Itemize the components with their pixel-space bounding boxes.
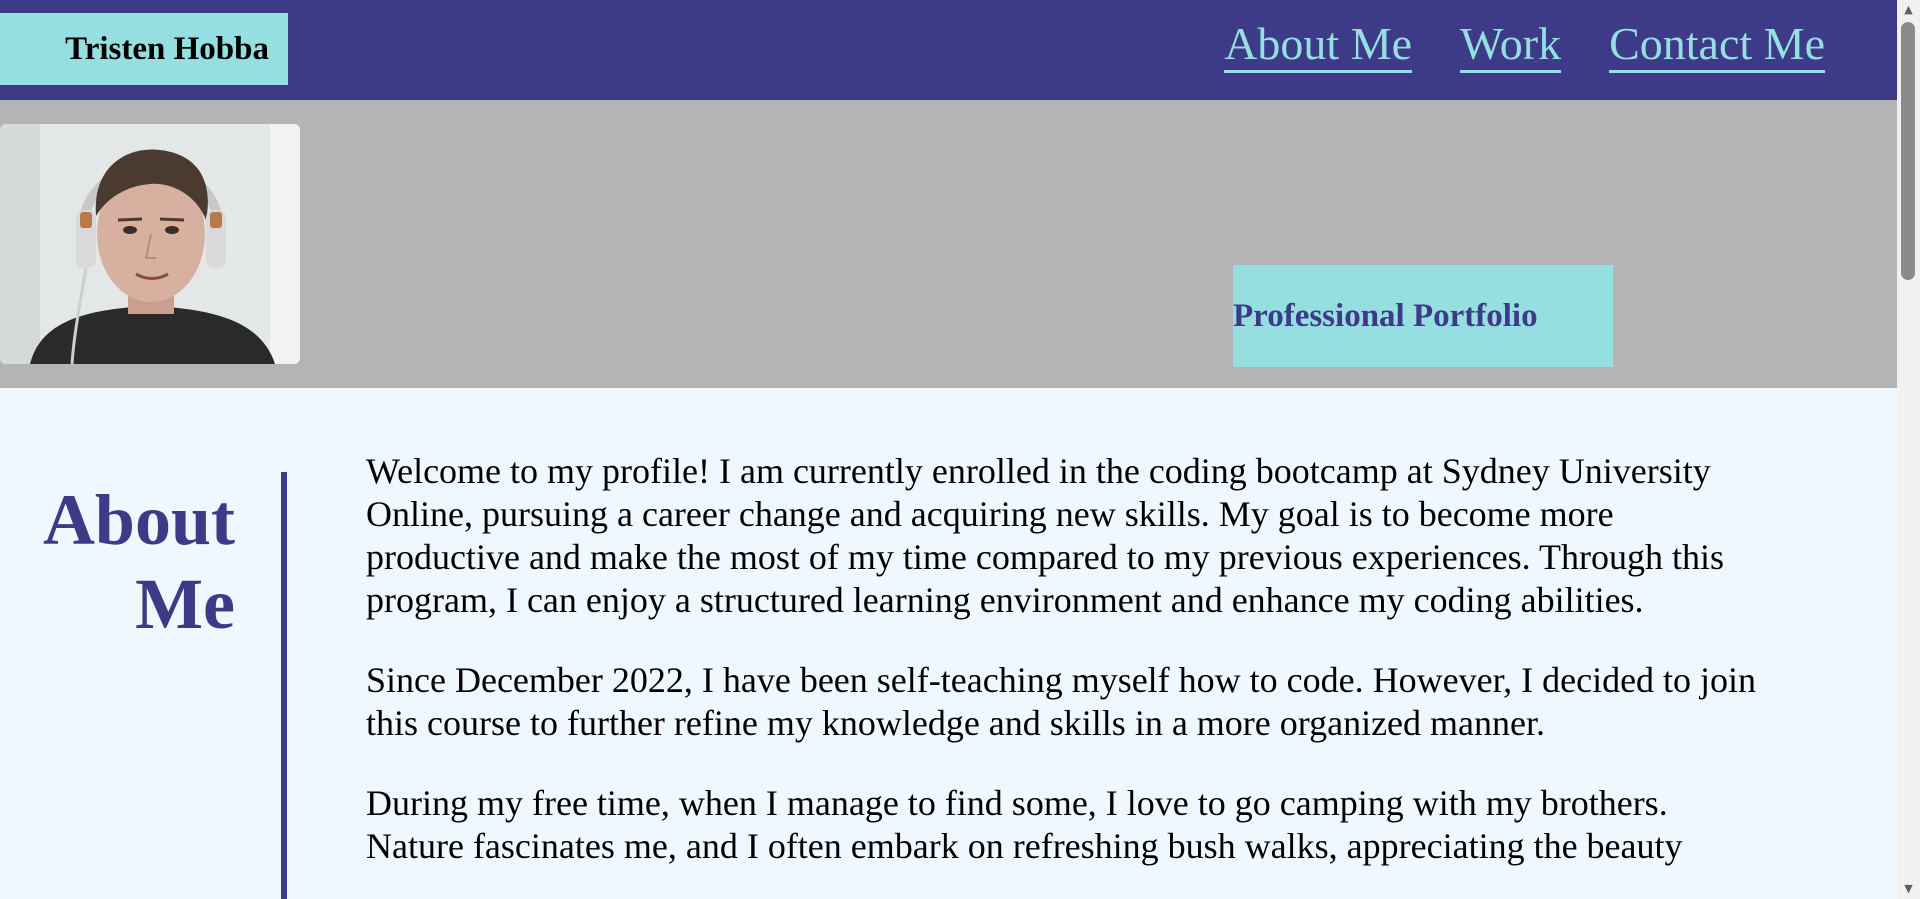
vertical-scrollbar[interactable]: ▲ ▼ — [1897, 0, 1920, 899]
browser-page: Tristen Hobba About Me Work Contact Me P… — [0, 0, 1920, 899]
nav-link-about-me[interactable]: About Me — [1224, 18, 1413, 73]
hero-banner: Professional Portfolio — [0, 100, 1897, 388]
scroll-down-arrow-icon[interactable]: ▼ — [1897, 879, 1920, 899]
nav-link-work[interactable]: Work — [1460, 18, 1562, 73]
site-header: Tristen Hobba About Me Work Contact Me — [0, 0, 1897, 100]
scrollbar-thumb[interactable] — [1901, 22, 1915, 280]
page-viewport: Tristen Hobba About Me Work Contact Me P… — [0, 0, 1897, 899]
profile-photo-illustration — [0, 124, 300, 364]
scroll-up-arrow-icon[interactable]: ▲ — [1897, 0, 1920, 20]
about-heading-line-1: About — [42, 480, 235, 560]
about-paragraph-2: Since December 2022, I have been self-te… — [366, 660, 1757, 743]
about-section: About Me Welcome to my profile! I am cur… — [0, 388, 1897, 899]
about-heading-line-2: Me — [135, 564, 235, 644]
nav-link-contact-me[interactable]: Contact Me — [1609, 18, 1825, 73]
main-nav: About Me Work Contact Me — [1224, 18, 1825, 73]
profile-photo — [0, 124, 300, 364]
about-divider — [281, 472, 287, 899]
site-brand: Tristen Hobba — [0, 13, 288, 85]
about-heading: About Me — [20, 478, 235, 646]
about-paragraph-1: Welcome to my profile! I am currently en… — [366, 451, 1724, 620]
about-paragraph-3: During my free time, when I manage to fi… — [366, 783, 1683, 866]
about-body: Welcome to my profile! I am currently en… — [366, 450, 1766, 899]
hero-tagline: Professional Portfolio — [1233, 265, 1613, 367]
